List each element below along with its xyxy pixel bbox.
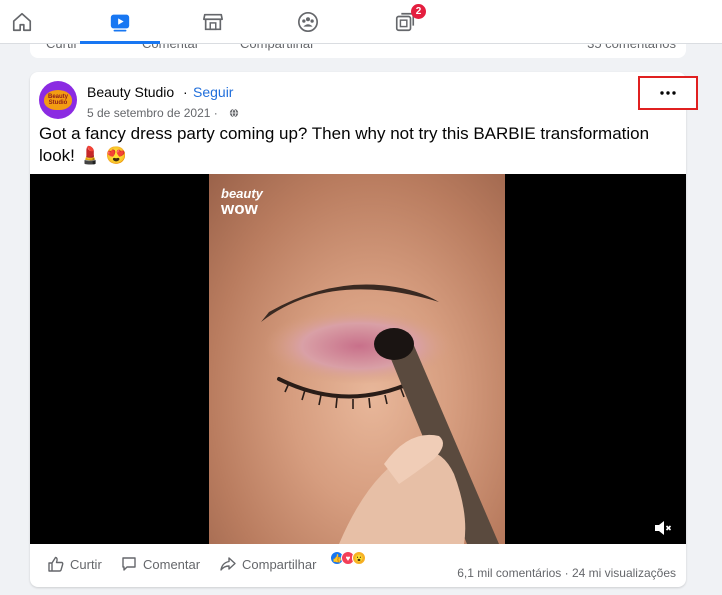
video-thumbnail-illustration	[261, 284, 499, 544]
globe-icon	[229, 108, 239, 118]
mute-icon[interactable]	[654, 520, 672, 536]
share-label: Compartilhar	[242, 556, 317, 572]
follow-button[interactable]: Seguir	[193, 84, 233, 100]
marketplace-icon	[203, 13, 223, 31]
more-horizontal-icon	[660, 91, 676, 95]
comment-icon	[122, 557, 136, 571]
comment-button[interactable]: Comentar	[121, 556, 200, 572]
like-label: Curtir	[70, 556, 102, 572]
post-caption: Got a fancy dress party coming up? Then …	[39, 124, 650, 165]
like-button[interactable]: Curtir	[48, 556, 102, 572]
nav-gaming-button[interactable]: 2	[365, 0, 445, 44]
name-separator: ·	[183, 84, 188, 100]
brand-watermark: beauty wow	[221, 186, 263, 218]
reactions-summary[interactable]: 👍 ♥ 😮	[330, 551, 366, 565]
nav-marketplace-button[interactable]	[173, 0, 253, 44]
nav-watch-button[interactable]	[80, 0, 160, 44]
video-player[interactable]: beauty wow	[30, 174, 686, 544]
page-name-link[interactable]: Beauty Studio	[87, 84, 174, 100]
thumbs-up-icon	[48, 556, 64, 572]
post-actions-bar: Curtir Comentar Compartilhar 👍 ♥ 😮 6,1 m…	[30, 550, 686, 582]
post-card: Beauty Studio Beauty Studio · Seguir 5 d…	[30, 72, 686, 587]
more-options-button[interactable]	[638, 76, 698, 110]
watch-icon	[110, 14, 130, 32]
notification-badge: 2	[411, 4, 426, 19]
avatar-logo: Beauty Studio	[44, 90, 72, 110]
comment-label: Comentar	[143, 556, 201, 572]
wow-reaction-icon: 😮	[352, 551, 366, 565]
share-button[interactable]: Compartilhar	[220, 556, 316, 572]
nav-groups-button[interactable]	[268, 0, 348, 44]
groups-icon	[298, 12, 318, 32]
nav-home-button[interactable]	[0, 0, 62, 44]
post-date-link[interactable]: 5 de setembro de 2021 ·	[87, 106, 218, 120]
top-navigation: 2	[0, 0, 722, 44]
share-icon	[220, 557, 236, 571]
page-avatar[interactable]: Beauty Studio	[39, 81, 77, 119]
home-icon	[12, 12, 32, 32]
post-stats[interactable]: 6,1 mil comentários · 24 mi visualizaçõe…	[457, 566, 676, 580]
video-frame: beauty wow	[209, 174, 505, 544]
